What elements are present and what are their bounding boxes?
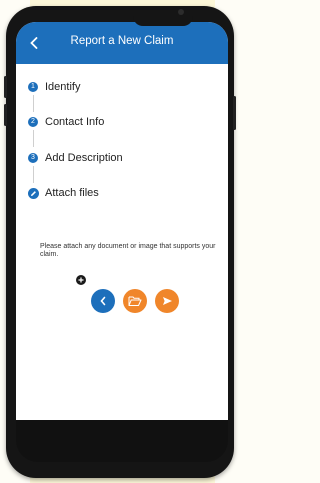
step-number: 3 bbox=[28, 153, 38, 163]
attach-instructions: Please attach any document or image that… bbox=[40, 243, 216, 258]
step-connector bbox=[33, 130, 34, 147]
volume-down-button bbox=[4, 104, 7, 126]
step-connector bbox=[33, 95, 34, 112]
step-label: Contact Info bbox=[45, 116, 105, 128]
step-add-description[interactable]: 3 Add Description bbox=[28, 150, 123, 166]
chevron-left-icon bbox=[100, 296, 106, 306]
volume-up-button bbox=[4, 76, 7, 98]
add-attachment-button[interactable] bbox=[76, 275, 86, 285]
camera-icon bbox=[178, 9, 184, 15]
step-identify[interactable]: 1 Identify bbox=[28, 79, 80, 95]
submit-claim-button[interactable] bbox=[155, 289, 179, 313]
browse-files-button[interactable] bbox=[123, 289, 147, 313]
step-label: Attach files bbox=[45, 187, 99, 199]
step-connector bbox=[33, 166, 34, 183]
phone-bottom-bezel bbox=[16, 420, 228, 462]
phone-notch bbox=[133, 6, 193, 26]
step-label: Identify bbox=[45, 81, 81, 93]
power-button bbox=[233, 96, 236, 130]
step-label: Add Description bbox=[45, 152, 123, 164]
plus-icon bbox=[78, 277, 84, 283]
step-attach-files[interactable]: Attach files bbox=[28, 185, 99, 201]
step-number: 1 bbox=[28, 82, 38, 92]
page-title: Report a New Claim bbox=[70, 35, 174, 47]
pencil-icon bbox=[28, 187, 39, 199]
app-screen: Report a New Claim 1 Identify 2 Contact … bbox=[16, 22, 228, 422]
send-icon bbox=[162, 297, 172, 305]
step-contact-info[interactable]: 2 Contact Info bbox=[28, 114, 104, 130]
previous-step-button[interactable] bbox=[91, 289, 115, 313]
app-header: Report a New Claim bbox=[16, 22, 228, 64]
folder-open-icon bbox=[128, 296, 142, 306]
step-number: 2 bbox=[28, 117, 38, 127]
